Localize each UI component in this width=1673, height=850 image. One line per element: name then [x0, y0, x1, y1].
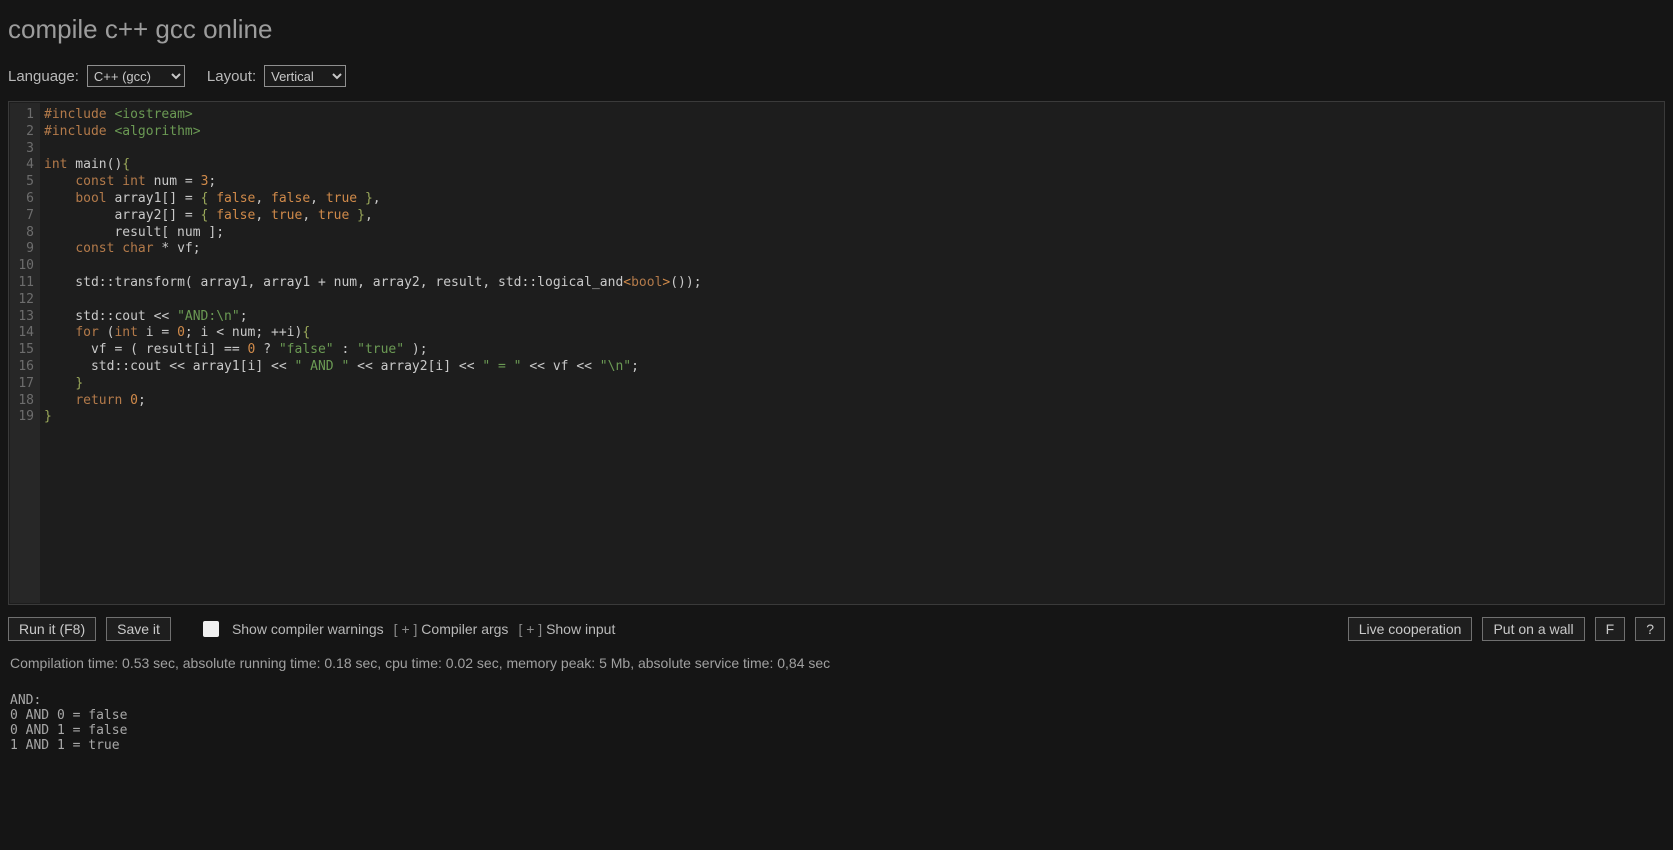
language-select[interactable]: C++ (gcc): [87, 65, 185, 87]
show-warnings-checkbox[interactable]: [203, 621, 219, 637]
show-warnings-label[interactable]: Show compiler warnings: [232, 621, 384, 637]
toolbar: Run it (F8) Save it Show compiler warnin…: [0, 605, 1673, 645]
save-button[interactable]: Save it: [106, 617, 171, 641]
editor-gutter: 12345678910111213141516171819: [10, 103, 40, 603]
layout-label: Layout:: [207, 68, 256, 85]
page-title: compile c++ gcc online: [0, 0, 1673, 53]
show-input-expander[interactable]: [ + ] Show input: [518, 621, 615, 637]
run-button[interactable]: Run it (F8): [8, 617, 96, 641]
program-output: AND: 0 AND 0 = false 0 AND 1 = false 1 A…: [0, 675, 1673, 763]
controls-row: Language: C++ (gcc) Layout: Vertical: [0, 53, 1673, 101]
live-cooperation-button[interactable]: Live cooperation: [1348, 617, 1473, 641]
help-button[interactable]: ?: [1635, 617, 1665, 641]
code-editor[interactable]: 12345678910111213141516171819 #include <…: [8, 101, 1665, 605]
editor-code-area[interactable]: #include <iostream>#include <algorithm> …: [40, 103, 1663, 603]
compiler-args-expander[interactable]: [ + ] Compiler args: [394, 621, 509, 637]
put-on-wall-button[interactable]: Put on a wall: [1482, 617, 1584, 641]
layout-select[interactable]: Vertical: [264, 65, 346, 87]
fullscreen-button[interactable]: F: [1595, 617, 1626, 641]
status-line: Compilation time: 0.53 sec, absolute run…: [0, 645, 1673, 675]
plus-icon: [ + ]: [518, 621, 542, 637]
plus-icon: [ + ]: [394, 621, 418, 637]
language-label: Language:: [8, 68, 79, 85]
